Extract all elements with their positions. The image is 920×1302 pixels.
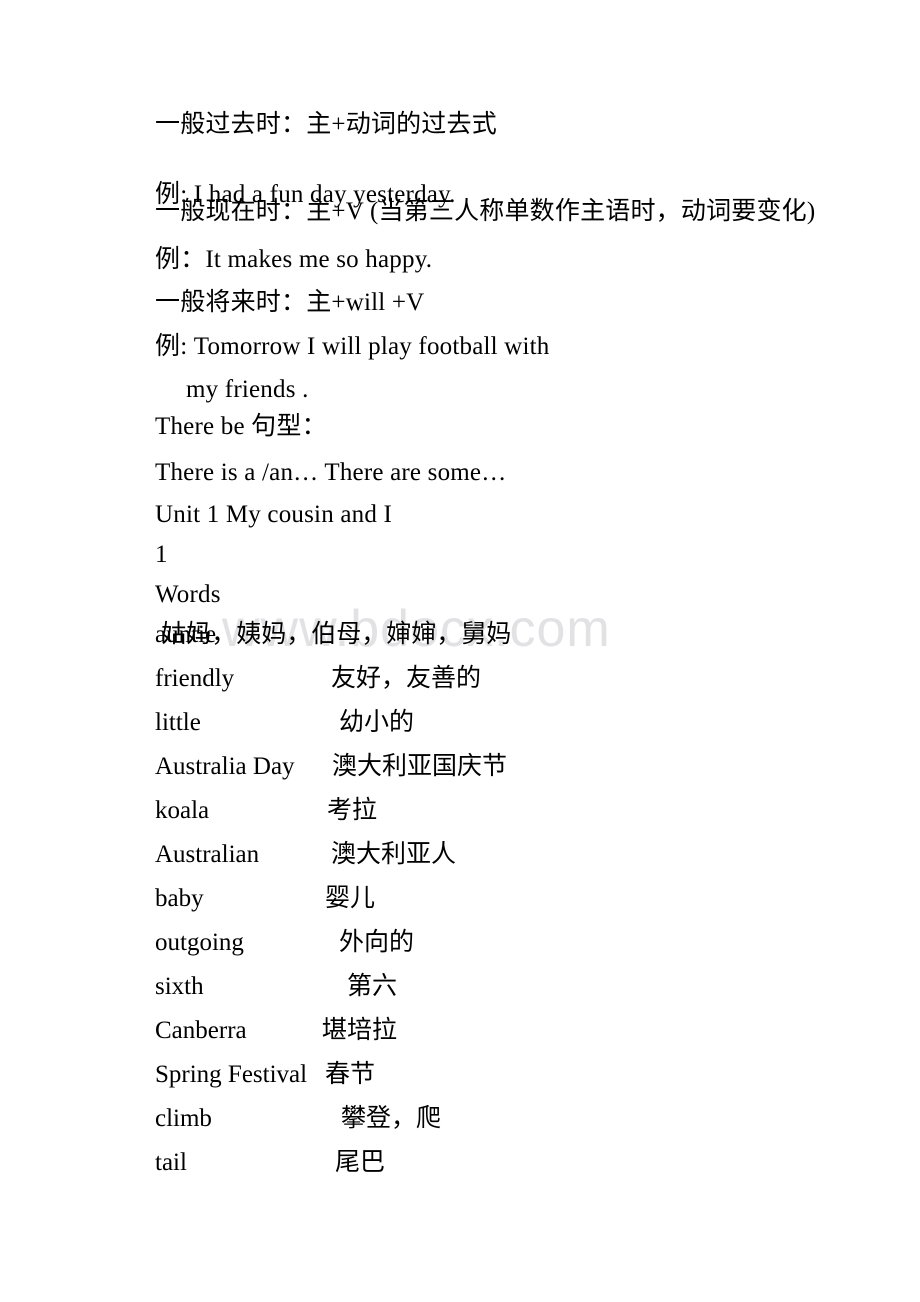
vocabulary-row: Australian 澳大利亚人 [155, 840, 855, 870]
grammar-line: Words [155, 581, 221, 608]
grammar-line: Unit 1 My cousin and I [155, 501, 393, 528]
grammar-line: 一般将来时：主+will +V [155, 289, 425, 316]
vocabulary-row: auntie 姑妈，姨妈，伯母，婶婶，舅妈 [155, 620, 855, 650]
vocabulary-row: outgoing 外向的 [155, 928, 855, 958]
document-page: www.bdocx.com 一般过去时：主+动词的过去式 例: I had a f… [0, 0, 920, 1302]
vocabulary-row: koala 考拉 [155, 796, 855, 826]
vocabulary-term-chinese: 外向的 [339, 929, 415, 956]
vocabulary-term-english: sixth [155, 973, 204, 1000]
grammar-line: There is a /an… There are some… [155, 459, 507, 486]
vocabulary-term-english: auntie [155, 621, 217, 648]
grammar-line: my friends . [186, 376, 309, 403]
grammar-line: There be 句型： [155, 413, 327, 440]
vocabulary-row: Spring Festival 春节 [155, 1060, 855, 1090]
vocabulary-row: baby 婴儿 [155, 884, 855, 914]
grammar-line: 一般现在时：主+V (当第三人称单数作主语时，动词要变化) [155, 198, 816, 225]
vocabulary-term-english: Australia Day [155, 753, 295, 780]
vocabulary-term-chinese: 澳大利亚人 [331, 841, 457, 868]
grammar-line: 例: Tomorrow I will play football with [155, 333, 550, 360]
vocabulary-term-english: Spring Festival [155, 1061, 308, 1088]
vocabulary-term-english: baby [155, 885, 204, 912]
vocabulary-term-chinese: 春节 [325, 1061, 376, 1088]
grammar-line: 1 [155, 541, 168, 568]
vocabulary-term-english: outgoing [155, 929, 244, 956]
vocabulary-term-chinese: 澳大利亚国庆节 [332, 753, 508, 780]
vocabulary-term-english: tail [155, 1149, 187, 1176]
vocabulary-row: Canberra 堪培拉 [155, 1016, 855, 1046]
vocabulary-row: little 幼小的 [155, 708, 855, 738]
vocabulary-term-english: Australian [155, 841, 260, 868]
vocabulary-term-chinese: 婴儿 [325, 885, 376, 912]
grammar-line: 例：It makes me so happy. [155, 246, 433, 273]
vocabulary-term-chinese: 幼小的 [339, 709, 415, 736]
vocabulary-row: sixth 第六 [155, 972, 855, 1002]
vocabulary-term-chinese: 友好，友善的 [331, 665, 482, 692]
vocabulary-term-chinese: 堪培拉 [322, 1017, 398, 1044]
vocabulary-term-english: Canberra [155, 1017, 247, 1044]
vocabulary-term-chinese: 攀登，爬 [341, 1105, 442, 1132]
grammar-line: 一般过去时：主+动词的过去式 [155, 111, 497, 138]
vocabulary-term-chinese: 第六 [347, 973, 398, 1000]
vocabulary-term-english: koala [155, 797, 210, 824]
vocabulary-row: Australia Day 澳大利亚国庆节 [155, 752, 855, 782]
vocabulary-term-english: friendly [155, 665, 235, 692]
vocabulary-term-english: little [155, 709, 201, 736]
vocabulary-row: friendly 友好，友善的 [155, 664, 855, 694]
vocabulary-term-chinese: 考拉 [327, 797, 378, 824]
vocabulary-term-english: climb [155, 1105, 212, 1132]
vocabulary-term-chinese: 尾巴 [335, 1149, 386, 1176]
vocabulary-row: tail 尾巴 [155, 1148, 855, 1178]
vocabulary-row: climb 攀登，爬 [155, 1104, 855, 1134]
